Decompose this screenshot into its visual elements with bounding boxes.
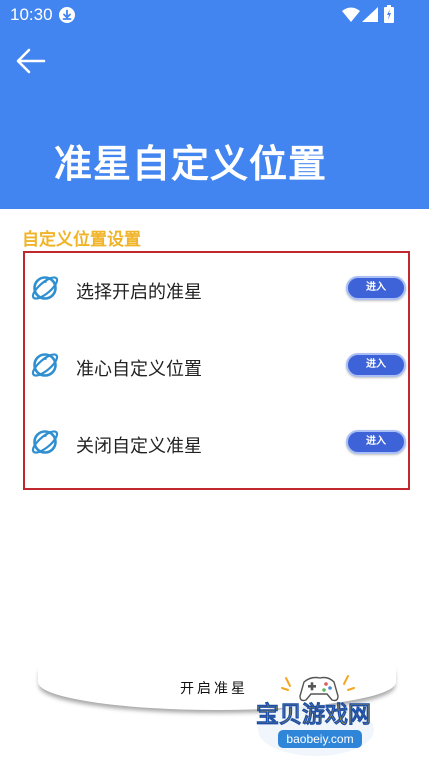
back-arrow-icon[interactable] xyxy=(16,48,46,74)
status-time: 10:30 xyxy=(10,5,53,24)
option-label: 准心自定义位置 xyxy=(76,359,202,380)
enter-button-select-crosshair[interactable]: 进入 xyxy=(346,276,406,300)
planet-icon xyxy=(31,276,59,300)
options-panel: 选择开启的准星 进入 准心自定义位置 进入 关闭自定义准星 进入 xyxy=(23,251,410,490)
planet-icon xyxy=(31,430,59,454)
option-label: 关闭自定义准星 xyxy=(76,436,202,457)
watermark-brand: 宝贝游戏网 xyxy=(256,701,371,728)
header: 准星自定义位置 xyxy=(0,30,429,209)
enter-button-disable-custom[interactable]: 进入 xyxy=(346,430,406,454)
battery-icon xyxy=(384,5,394,23)
signal-icon xyxy=(362,7,378,22)
page-title: 准星自定义位置 xyxy=(54,142,328,186)
option-row-custom-position: 准心自定义位置 进入 xyxy=(25,346,408,386)
watermark-url: baobeiy.com xyxy=(286,732,353,746)
wifi-icon xyxy=(342,7,360,22)
status-bar: 10:30 xyxy=(0,0,429,30)
option-row-disable-custom: 关闭自定义准星 进入 xyxy=(25,423,408,463)
enter-button-custom-position[interactable]: 进入 xyxy=(346,353,406,377)
gamepad-icon xyxy=(299,676,339,702)
download-icon xyxy=(59,7,75,23)
section-title: 自定义位置设置 xyxy=(22,230,141,250)
planet-icon xyxy=(31,353,59,377)
enable-crosshair-label: 开启准星 xyxy=(180,681,248,697)
option-label: 选择开启的准星 xyxy=(76,282,202,303)
option-row-select-crosshair: 选择开启的准星 进入 xyxy=(25,269,408,309)
watermark-logo: 宝贝游戏网 baobeiy.com xyxy=(256,675,374,756)
